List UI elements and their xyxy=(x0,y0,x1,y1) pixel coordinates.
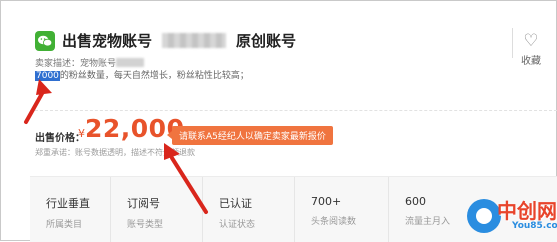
stat-account-type: 订阅号 账号类型 xyxy=(110,177,202,242)
seller-description: 7000的粉丝数量，每天自然增长，粉丝粘性比较高； xyxy=(35,68,249,81)
price-tip-badge[interactable]: 请联系A5经纪人以确定卖家最新报价 xyxy=(167,126,333,145)
stat-value: 已认证 xyxy=(219,197,252,210)
stat-headline-reads: 700+ 头条阅读数 xyxy=(294,177,388,242)
favorite-button[interactable]: ♡ 收藏 xyxy=(515,32,547,67)
heart-icon: ♡ xyxy=(523,31,539,51)
blurred-account-name xyxy=(162,33,227,48)
seller-description-text: 的粉丝数量，每天自然增长，粉丝粘性比较高； xyxy=(59,71,249,81)
blurred-text xyxy=(116,58,145,67)
stat-label: 所属类目 xyxy=(46,220,83,230)
stat-verification: 已认证 认证状态 xyxy=(202,177,294,242)
favorite-label: 收藏 xyxy=(521,56,541,67)
stat-value: 行业垂直 xyxy=(46,197,90,210)
stat-label: 认证状态 xyxy=(219,220,256,230)
section-divider xyxy=(30,110,557,111)
watermark-disc-icon xyxy=(467,199,501,233)
stat-label: 头条阅读数 xyxy=(311,217,357,227)
favorite-divider xyxy=(512,28,513,58)
watermark-logo: 中创网 You85.com xyxy=(467,193,557,237)
title-prefix: 出售宠物账号 xyxy=(62,32,153,50)
title-suffix: 原创账号 xyxy=(236,32,297,50)
page-title: 出售宠物账号 原创账号 xyxy=(62,30,296,51)
stat-label: 账号类型 xyxy=(127,220,164,230)
wechat-icon xyxy=(35,31,55,51)
guarantee-text: 郑重承诺：账号数据透明，描述不符全额退款 xyxy=(35,148,195,157)
stat-value: 订阅号 xyxy=(127,197,160,210)
follower-count-highlight: 7000 xyxy=(35,71,60,81)
watermark-text: 中创网 xyxy=(497,199,557,223)
stat-value: 700+ xyxy=(311,195,342,208)
stat-category: 行业垂直 所属类目 xyxy=(30,177,110,242)
watermark-subtext: You85.com xyxy=(512,221,557,231)
currency-symbol: ¥ xyxy=(78,127,85,140)
